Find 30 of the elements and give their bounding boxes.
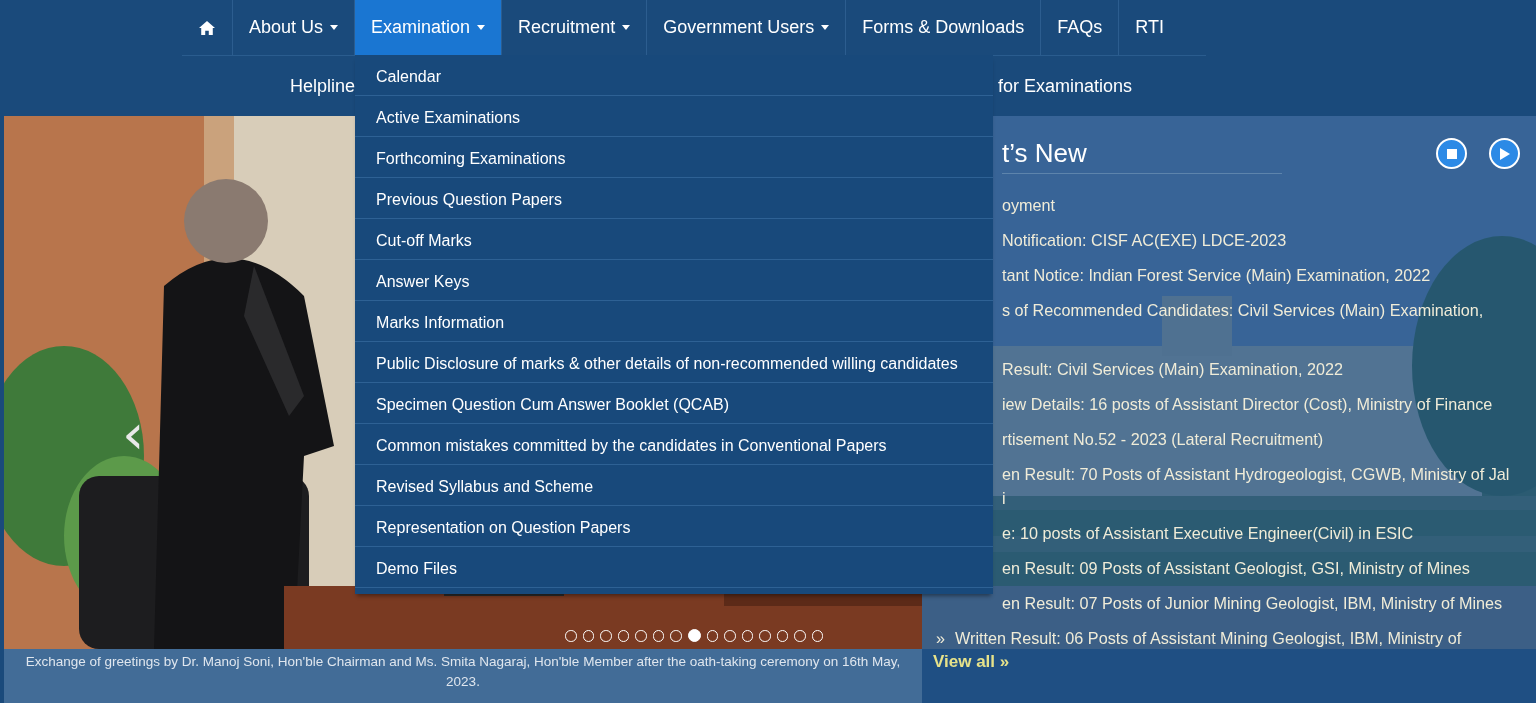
nav-link[interactable]: Recruitment	[502, 0, 647, 55]
news-link[interactable]: iew Details: 16 posts of Assistant Director (Cost), Ministry of Finance	[1002, 392, 1493, 416]
nav-link[interactable]: Government Users	[647, 0, 846, 55]
news-link[interactable]: en Result: 07 Posts of Junior Mining Geologist, IBM, Ministry of Mines	[1002, 591, 1503, 615]
news-link[interactable]: e: 10 posts of Assistant Executive Engineer(Civil) in ESIC	[1002, 521, 1414, 545]
home-icon	[198, 19, 216, 36]
nav-link[interactable]: FAQs	[1041, 0, 1119, 55]
news-link[interactable]: en Result: 09 Posts of Assistant Geologist, GSI, Ministry of Mines	[1002, 556, 1470, 580]
nav-link[interactable]: for Examinations	[997, 75, 1132, 97]
news-link[interactable]: Notification: CISF AC(EXE) LDCE-2023	[1002, 228, 1287, 252]
nav-link[interactable]: About Us	[233, 0, 355, 55]
news-link[interactable]: Written Result: 06 Posts of Assistant Mining Geologist, IBM, Ministry of	[955, 626, 1462, 649]
news-link[interactable]: tant Notice: Indian Forest Service (Main) Examination, 2022	[1002, 263, 1431, 287]
nav-link[interactable]: RTI	[1119, 0, 1180, 55]
nav-link[interactable]: Helpline	[290, 75, 356, 97]
section-title: t’s New	[1002, 138, 1282, 174]
menu-item[interactable]: Calendar	[355, 55, 994, 96]
play-icon	[1499, 147, 1510, 160]
news-link[interactable]: en Result: 70 Posts of Assistant Hydrogeologist, CGWB, Ministry of Jal	[1002, 462, 1510, 486]
nav-link[interactable]: Forms & Downloads	[846, 0, 1041, 55]
news-link[interactable]: rtisement No.52 - 2023 (Lateral Recruitment)	[1002, 427, 1324, 451]
nav-link[interactable]: Examination	[355, 0, 502, 55]
view-all-link[interactable]: View all »	[933, 652, 1010, 671]
news-link[interactable]: i	[1002, 486, 1510, 510]
caption: Exchange of greetings by Dr. Manoj Soni, Hon'ble Chairman and Ms. Smita Nagaraj, Hon'ble Member after the oath-taking ceremony on 16th May, 2023.	[4, 649, 922, 703]
news-link[interactable]: Result: Civil Services (Main) Examination, 2022	[1002, 357, 1343, 381]
stop-icon	[1446, 148, 1457, 159]
news-link[interactable]: oyment	[1002, 193, 1056, 217]
news-link[interactable]: s of Recommended Candidates: Civil Services (Main) Examination,	[1002, 298, 1484, 322]
bullet: »	[936, 628, 945, 649]
